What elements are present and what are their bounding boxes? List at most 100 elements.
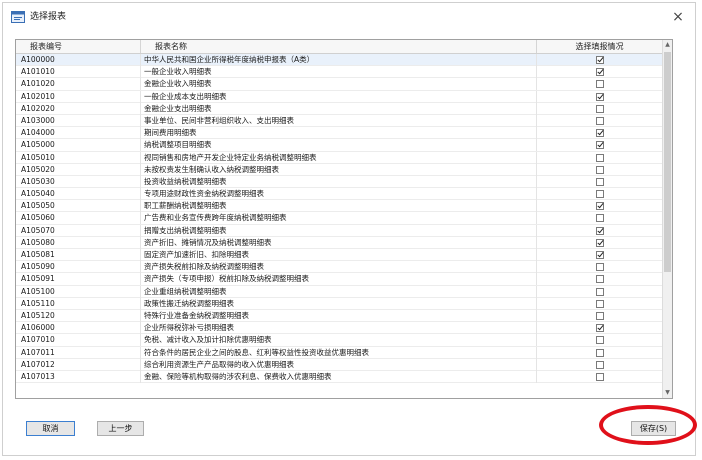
select-checkbox[interactable] <box>595 263 604 272</box>
report-name-cell: 固定资产加速折旧、扣除明细表 <box>141 249 537 261</box>
report-code-cell: A105081 <box>16 249 141 261</box>
table-row[interactable]: A107010 免税、减计收入及加计扣除优惠明细表 <box>16 334 663 347</box>
select-checkbox[interactable] <box>595 348 604 357</box>
table-row[interactable]: A104000 期间费用明细表 <box>16 127 663 140</box>
selection-cell <box>537 200 663 213</box>
select-checkbox[interactable] <box>595 214 604 223</box>
column-header-name[interactable]: 报表名称 <box>141 40 537 53</box>
table-row[interactable]: A103000 事业单位、民间非营利组织收入、支出明细表 <box>16 114 663 128</box>
table-row[interactable]: A105091 资产损失（专项申报）税前扣除及纳税调整明细表 <box>16 273 663 286</box>
cancel-button[interactable]: 取消 <box>26 421 75 436</box>
table-row[interactable]: A101010 一般企业收入明细表 <box>16 66 663 79</box>
table-row[interactable]: A105120 特殊行业准备金纳税调整明细表 <box>16 309 663 323</box>
select-checkbox[interactable] <box>595 104 604 113</box>
select-checkbox[interactable] <box>595 129 604 138</box>
report-code-cell: A105090 <box>16 261 141 274</box>
scroll-down-icon[interactable]: ▼ <box>663 388 672 398</box>
select-checkbox[interactable] <box>595 92 604 101</box>
table-header: 报表编号 报表名称 选择填报情况 <box>16 40 663 54</box>
select-checkbox[interactable] <box>595 165 604 174</box>
report-name-cell: 资产损失税前扣除及纳税调整明细表 <box>141 261 537 274</box>
report-code-cell: A105010 <box>16 151 141 164</box>
report-code-cell: A105110 <box>16 297 141 310</box>
select-checkbox[interactable] <box>595 141 604 150</box>
select-checkbox[interactable] <box>595 80 604 89</box>
table-row[interactable]: A107013 金融、保险等机构取得的涉农利息、保费收入优惠明细表 <box>16 370 663 384</box>
select-checkbox[interactable] <box>595 360 604 369</box>
report-code-cell: A102010 <box>16 90 141 103</box>
scrollbar-thumb[interactable] <box>664 52 671 272</box>
select-checkbox[interactable] <box>595 116 604 125</box>
close-button[interactable]: × <box>669 8 687 26</box>
report-code-cell: A105070 <box>16 224 141 237</box>
report-code-cell: A105120 <box>16 309 141 322</box>
select-checkbox[interactable] <box>595 287 604 296</box>
selection-cell <box>537 334 663 347</box>
select-checkbox[interactable] <box>595 324 604 333</box>
select-checkbox[interactable] <box>595 177 604 186</box>
selection-cell <box>537 188 663 201</box>
table-row[interactable]: A105050 职工薪酬纳税调整明细表 <box>16 200 663 213</box>
report-code-cell: A100000 <box>16 54 141 66</box>
report-name-cell: 金融企业收入明细表 <box>141 78 537 91</box>
table-row[interactable]: A106000 企业所得税弥补亏损明细表 <box>16 322 663 335</box>
table-row[interactable]: A102020 金融企业支出明细表 <box>16 102 663 115</box>
report-name-cell: 资产折旧、摊销情况及纳税调整明细表 <box>141 236 537 249</box>
report-name-cell: 金融企业支出明细表 <box>141 102 537 115</box>
report-name-cell: 资产损失（专项申报）税前扣除及纳税调整明细表 <box>141 273 537 286</box>
scroll-up-icon[interactable]: ▲ <box>663 40 672 50</box>
select-checkbox[interactable] <box>595 238 604 247</box>
select-checkbox[interactable] <box>595 202 604 211</box>
table-row[interactable]: A105080 资产折旧、摊销情况及纳税调整明细表 <box>16 236 663 249</box>
report-name-cell: 未按权责发生制确认收入纳税调整明细表 <box>141 163 537 176</box>
select-checkbox[interactable] <box>595 190 604 199</box>
table-body: A100000 中华人民共和国企业所得税年度纳税申报表（A类） A101010 一般企… <box>16 54 663 384</box>
vertical-scrollbar[interactable]: ▲ ▼ <box>662 40 672 398</box>
select-checkbox[interactable] <box>595 299 604 308</box>
table-row[interactable]: A105100 企业重组纳税调整明细表 <box>16 285 663 298</box>
table-row[interactable]: A102010 一般企业成本支出明细表 <box>16 90 663 103</box>
select-checkbox[interactable] <box>595 275 604 284</box>
select-checkbox[interactable] <box>595 68 604 77</box>
report-name-cell: 中华人民共和国企业所得税年度纳税申报表（A类） <box>141 54 537 66</box>
dialog-title: 选择报表 <box>30 12 67 22</box>
selection-cell <box>537 236 663 249</box>
table-row[interactable]: A105110 政策性搬迁纳税调整明细表 <box>16 297 663 310</box>
table-row[interactable]: A105000 纳税调整项目明细表 <box>16 139 663 152</box>
column-header-code[interactable]: 报表编号 <box>16 40 141 53</box>
table-row[interactable]: A107011 符合条件的居民企业之间的股息、红利等权益性投资收益优惠明细表 <box>16 346 663 359</box>
annotation-circle <box>599 405 697 445</box>
report-name-cell: 职工薪酬纳税调整明细表 <box>141 200 537 213</box>
report-code-cell: A105050 <box>16 200 141 213</box>
report-code-cell: A105080 <box>16 236 141 249</box>
table-row[interactable]: A105030 投资收益纳税调整明细表 <box>16 175 663 189</box>
table-row[interactable]: A105020 未按权责发生制确认收入纳税调整明细表 <box>16 163 663 176</box>
table-row[interactable]: A105090 资产损失税前扣除及纳税调整明细表 <box>16 261 663 274</box>
select-checkbox[interactable] <box>595 56 604 64</box>
report-name-cell: 视同销售和房地产开发企业特定业务纳税调整明细表 <box>141 151 537 164</box>
title-bar: 选择报表 × <box>3 3 695 31</box>
select-checkbox[interactable] <box>595 372 604 381</box>
selection-cell <box>537 127 663 140</box>
select-checkbox[interactable] <box>595 311 604 320</box>
table-row[interactable]: A105010 视同销售和房地产开发企业特定业务纳税调整明细表 <box>16 151 663 164</box>
table-row[interactable]: A105070 捐赠支出纳税调整明细表 <box>16 224 663 237</box>
table-row[interactable]: A105040 专项用途财政性资金纳税调整明细表 <box>16 188 663 201</box>
selection-cell <box>537 370 663 383</box>
select-checkbox[interactable] <box>595 251 604 259</box>
close-icon: × <box>672 9 684 25</box>
report-code-cell: A107011 <box>16 346 141 359</box>
report-name-cell: 广告费和业务宣传费跨年度纳税调整明细表 <box>141 212 537 225</box>
selection-cell <box>537 297 663 310</box>
table-row[interactable]: A107012 综合利用资源生产产品取得的收入优惠明细表 <box>16 358 663 371</box>
select-checkbox[interactable] <box>595 336 604 345</box>
select-checkbox[interactable] <box>595 153 604 162</box>
previous-step-button[interactable]: 上一步 <box>97 421 144 436</box>
column-header-status[interactable]: 选择填报情况 <box>537 40 663 53</box>
table-row[interactable]: A101020 金融企业收入明细表 <box>16 78 663 91</box>
table-row[interactable]: A100000 中华人民共和国企业所得税年度纳税申报表（A类） <box>16 54 663 67</box>
report-name-cell: 企业所得税弥补亏损明细表 <box>141 322 537 335</box>
select-checkbox[interactable] <box>595 226 604 235</box>
table-row[interactable]: A105081 固定资产加速折旧、扣除明细表 <box>16 249 663 262</box>
table-row[interactable]: A105060 广告费和业务宣传费跨年度纳税调整明细表 <box>16 212 663 225</box>
